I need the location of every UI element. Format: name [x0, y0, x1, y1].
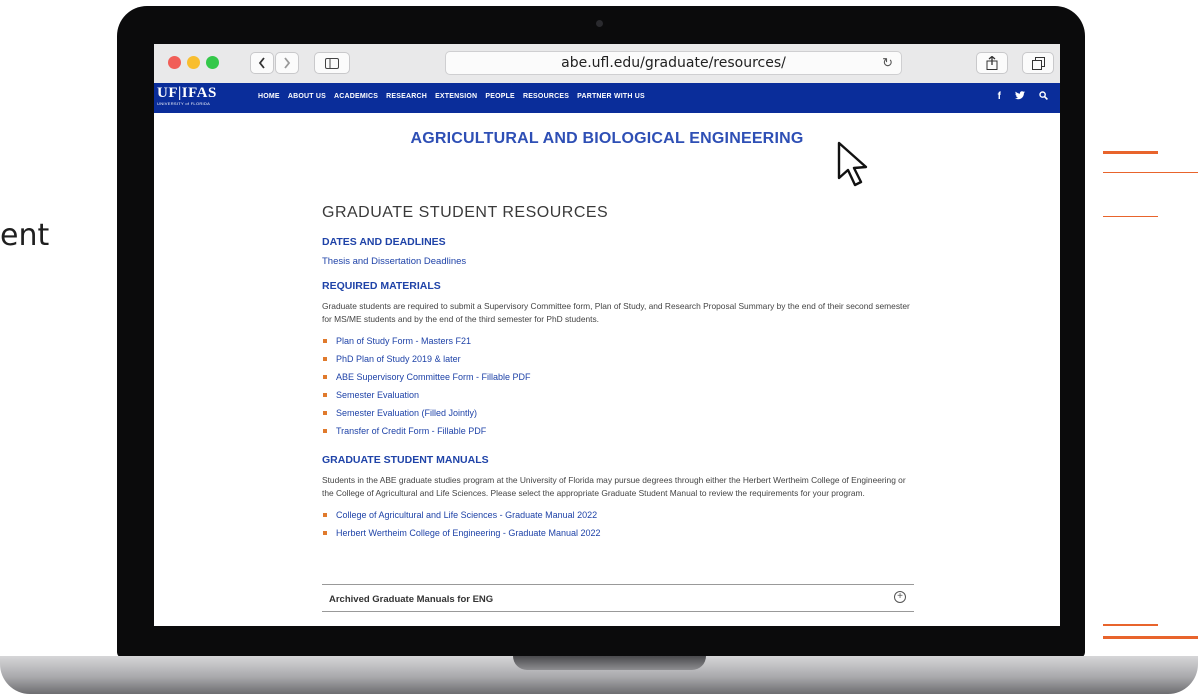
- nav-partner-with-us[interactable]: PARTNER WITH US: [577, 93, 645, 100]
- bullet-icon: [323, 513, 327, 517]
- close-window-button[interactable]: [168, 56, 181, 69]
- tabs-icon: [1031, 56, 1045, 70]
- bullet-icon: [323, 393, 327, 397]
- logo-text: UF|IFAS: [157, 85, 217, 101]
- document-link[interactable]: Transfer of Credit Form - Fillable PDF: [336, 426, 486, 436]
- browser-toolbar: abe.ufl.edu/graduate/resources/ ↻: [154, 44, 1060, 84]
- tabs-button[interactable]: [1022, 52, 1054, 74]
- social-icons: f: [998, 91, 1048, 103]
- plus-circle-icon[interactable]: +: [894, 591, 906, 603]
- dates-heading: DATES AND DEADLINES: [322, 236, 446, 248]
- required-materials-heading: REQUIRED MATERIALS: [322, 280, 441, 292]
- archived-manuals-accordion[interactable]: Archived Graduate Manuals for ENG +: [322, 584, 914, 612]
- bullet-icon: [323, 429, 327, 433]
- cropped-side-text: ent: [0, 218, 50, 253]
- decorative-line: [1103, 624, 1158, 626]
- main-content: GRADUATE STUDENT RESOURCES DATES AND DEA…: [322, 204, 918, 556]
- uf-ifas-logo[interactable]: UF|IFAS UNIVERSITY of FLORIDA: [157, 85, 217, 107]
- share-button[interactable]: [976, 52, 1008, 74]
- list-item[interactable]: Herbert Wertheim College of Engineering …: [322, 524, 918, 542]
- nav-home[interactable]: HOME: [258, 93, 280, 100]
- site-navbar: UF|IFAS UNIVERSITY of FLORIDA HOME ABOUT…: [154, 83, 1060, 113]
- bullet-icon: [323, 375, 327, 379]
- bullet-icon: [323, 411, 327, 415]
- list-item[interactable]: College of Agricultural and Life Science…: [322, 506, 918, 524]
- manuals-heading: GRADUATE STUDENT MANUALS: [322, 454, 489, 466]
- page-title: GRADUATE STUDENT RESOURCES: [322, 204, 609, 221]
- chevron-right-icon: [284, 57, 291, 69]
- nav-resources[interactable]: RESOURCES: [523, 93, 569, 100]
- decorative-line: [1103, 216, 1158, 217]
- mouse-pointer-icon: [837, 141, 868, 187]
- department-title[interactable]: AGRICULTURAL AND BIOLOGICAL ENGINEERING: [154, 130, 1060, 148]
- share-icon: [986, 56, 998, 70]
- document-link[interactable]: Semester Evaluation: [336, 390, 419, 400]
- document-link[interactable]: Plan of Study Form - Masters F21: [336, 336, 471, 346]
- sidebar-icon: [325, 57, 339, 69]
- main-nav: HOME ABOUT US ACADEMICS RESEARCH EXTENSI…: [258, 93, 645, 100]
- address-bar[interactable]: abe.ufl.edu/graduate/resources/ ↻: [445, 51, 902, 75]
- bullet-icon: [323, 531, 327, 535]
- bullet-icon: [323, 357, 327, 361]
- reload-icon[interactable]: ↻: [882, 55, 893, 71]
- nav-academics[interactable]: ACADEMICS: [334, 93, 378, 100]
- decorative-line: [1103, 172, 1198, 173]
- manual-link[interactable]: Herbert Wertheim College of Engineering …: [336, 528, 600, 538]
- required-materials-text: Graduate students are required to submit…: [322, 301, 910, 324]
- list-item[interactable]: PhD Plan of Study 2019 & later: [322, 350, 918, 368]
- bullet-icon: [323, 339, 327, 343]
- forward-button[interactable]: [275, 52, 299, 74]
- facebook-icon[interactable]: f: [998, 91, 1001, 103]
- zoom-window-button[interactable]: [206, 56, 219, 69]
- document-link[interactable]: PhD Plan of Study 2019 & later: [336, 354, 461, 364]
- required-materials-list: Plan of Study Form - Masters F21 PhD Pla…: [322, 332, 918, 440]
- manuals-list: College of Agricultural and Life Science…: [322, 506, 918, 542]
- accordion-label: Archived Graduate Manuals for ENG: [329, 594, 494, 605]
- nav-about-us[interactable]: ABOUT US: [288, 93, 326, 100]
- list-item[interactable]: ABE Supervisory Committee Form - Fillabl…: [322, 368, 918, 386]
- search-icon[interactable]: [1039, 91, 1048, 103]
- nav-people[interactable]: PEOPLE: [485, 93, 515, 100]
- back-button[interactable]: [250, 52, 274, 74]
- twitter-icon[interactable]: [1015, 91, 1025, 103]
- nav-research[interactable]: RESEARCH: [386, 93, 427, 100]
- sidebar-button[interactable]: [314, 52, 350, 74]
- camera-icon: [596, 20, 603, 27]
- chevron-left-icon: [258, 57, 265, 69]
- thesis-deadlines-link[interactable]: Thesis and Dissertation Deadlines: [322, 256, 918, 267]
- document-link[interactable]: Semester Evaluation (Filled Jointly): [336, 408, 477, 418]
- logo-subtext: UNIVERSITY of FLORIDA: [157, 101, 211, 106]
- manuals-text: Students in the ABE graduate studies pro…: [322, 475, 906, 498]
- document-link[interactable]: ABE Supervisory Committee Form - Fillabl…: [336, 372, 531, 382]
- nav-extension[interactable]: EXTENSION: [435, 93, 477, 100]
- list-item[interactable]: Plan of Study Form - Masters F21: [322, 332, 918, 350]
- laptop-notch: [513, 656, 706, 670]
- list-item[interactable]: Transfer of Credit Form - Fillable PDF: [322, 422, 918, 440]
- list-item[interactable]: Semester Evaluation (Filled Jointly): [322, 404, 918, 422]
- list-item[interactable]: Semester Evaluation: [322, 386, 918, 404]
- decorative-line: [1103, 636, 1198, 639]
- browser-window: abe.ufl.edu/graduate/resources/ ↻ UF|IFA…: [154, 44, 1060, 626]
- url-text: abe.ufl.edu/graduate/resources/: [561, 55, 786, 71]
- manual-link[interactable]: College of Agricultural and Life Science…: [336, 510, 597, 520]
- decorative-line: [1103, 151, 1158, 154]
- minimize-window-button[interactable]: [187, 56, 200, 69]
